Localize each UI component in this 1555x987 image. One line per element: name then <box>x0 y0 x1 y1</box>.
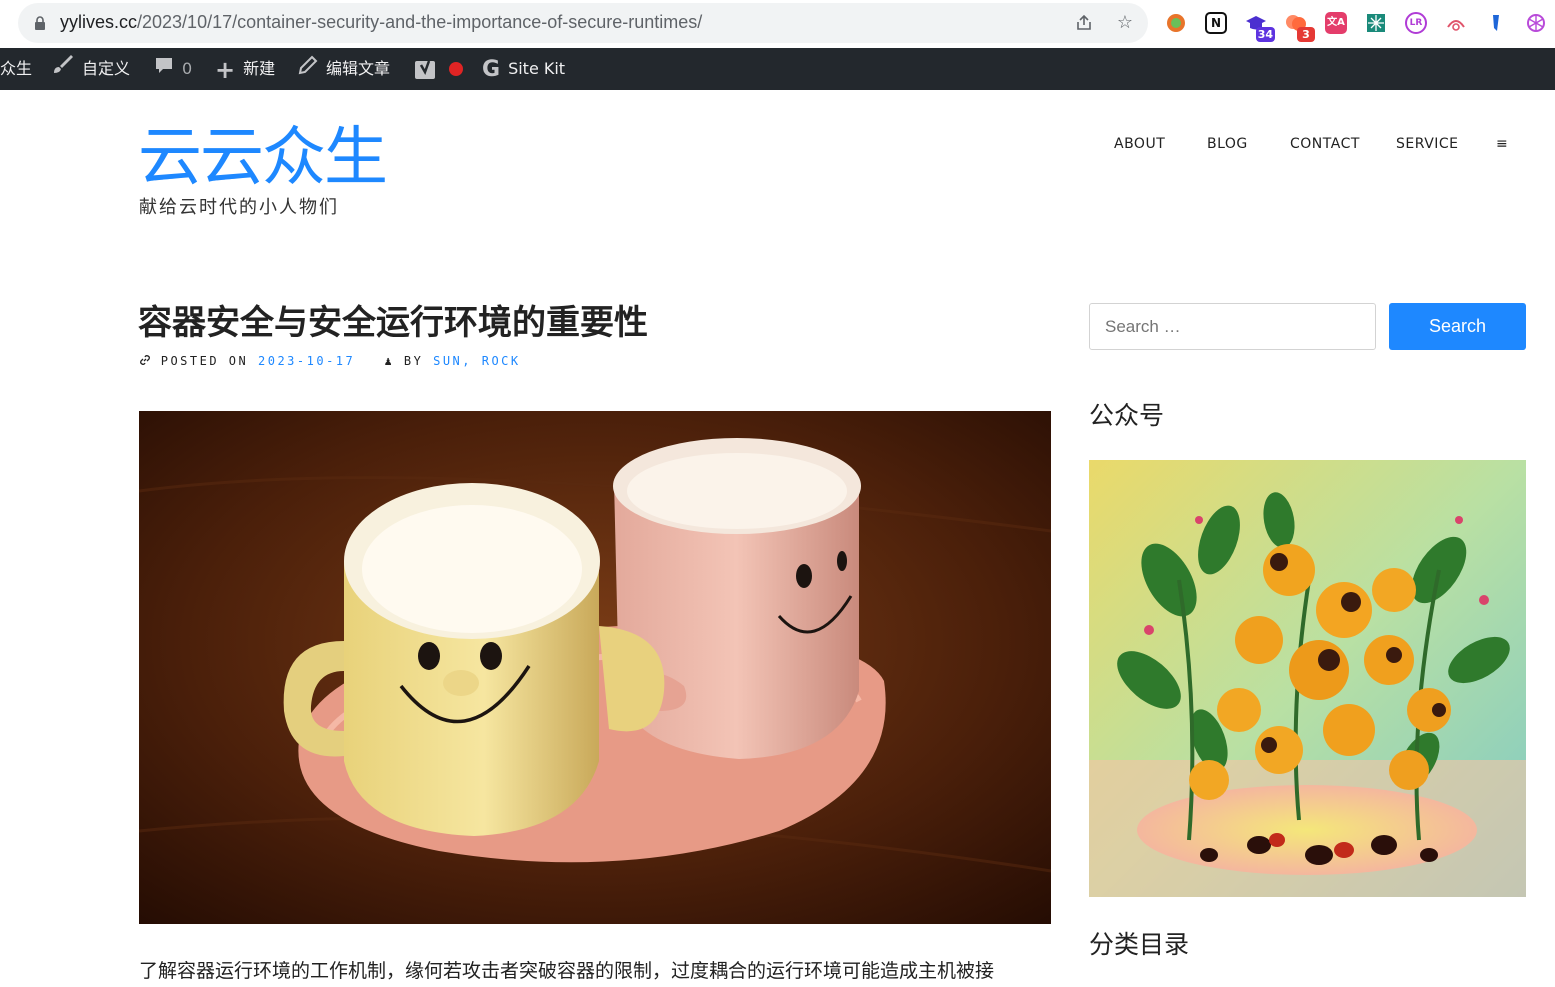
featured-image-cups <box>139 411 1051 924</box>
circle-ext-icon[interactable] <box>1165 12 1187 34</box>
bookmark-star-icon[interactable]: ☆ <box>1115 13 1135 33</box>
notion-icon[interactable]: N <box>1205 12 1227 34</box>
nav-about[interactable]: ABOUT <box>1114 136 1165 152</box>
google-g-icon: G <box>482 56 501 82</box>
by-label: BY <box>403 354 424 368</box>
wp-admin-bar: 众生 自定义 0 + 新建 编辑文章 G Site Kit <box>0 48 1555 90</box>
pencil-icon <box>298 49 318 91</box>
comment-icon <box>154 49 174 91</box>
translate-icon[interactable]: 文A <box>1325 12 1347 34</box>
admin-comments-count: 0 <box>182 59 193 78</box>
post-title: 容器安全与安全运行环境的重要性 <box>138 303 648 343</box>
lock-icon[interactable] <box>34 16 46 30</box>
yoast-seo-icon[interactable] <box>414 48 436 90</box>
url-text[interactable]: yylives.cc/2023/10/17/container-security… <box>60 12 702 33</box>
post-date-link[interactable]: 2023-10-17 <box>258 354 355 368</box>
site-title[interactable]: 云云众生 <box>138 120 388 196</box>
graduation-badge: 34 <box>1255 27 1275 42</box>
widget-title-wechat: 公众号 <box>1089 401 1165 430</box>
admin-new[interactable]: + 新建 <box>215 48 275 90</box>
puzzle-ext-icon[interactable]: 3 <box>1285 12 1315 42</box>
plus-icon: + <box>215 55 236 84</box>
admin-comments[interactable]: 0 <box>154 48 192 90</box>
share-icon[interactable] <box>1074 13 1094 33</box>
openai-icon[interactable] <box>1525 12 1547 34</box>
admin-customize-label: 自定义 <box>82 59 131 78</box>
admin-customize[interactable]: 自定义 <box>52 48 130 90</box>
post-excerpt: 了解容器运行环境的工作机制，缘何若攻击者突破容器的限制，过度耦合的运行环境可能造… <box>139 960 995 982</box>
seo-status-dot <box>449 62 463 76</box>
ublock-icon[interactable]: LR <box>1405 12 1427 34</box>
posted-on-label: POSTED ON <box>160 354 249 368</box>
address-bar[interactable]: yylives.cc/2023/10/17/container-security… <box>18 3 1148 43</box>
admin-edit-label: 编辑文章 <box>326 59 391 78</box>
admin-site-name-label: 众生 <box>0 59 33 78</box>
post-author-link[interactable]: SUN, ROCK <box>433 354 521 368</box>
url-path: /2023/10/17/container-security-and-the-i… <box>137 12 703 32</box>
wechat-ant-illustration <box>1089 460 1526 897</box>
admin-edit-post[interactable]: 编辑文章 <box>298 48 390 90</box>
admin-new-label: 新建 <box>243 59 276 78</box>
post-meta: POSTED ON 2023-10-17 ♟ BY SUN, ROCK <box>139 354 521 368</box>
browser-chrome: yylives.cc/2023/10/17/container-security… <box>0 0 1555 48</box>
puzzle-badge: 3 <box>1297 27 1315 42</box>
widget-title-categories: 分类目录 <box>1089 930 1190 959</box>
search-button[interactable]: Search <box>1389 303 1526 350</box>
admin-site-name[interactable]: 众生 <box>0 48 32 90</box>
search-input[interactable] <box>1089 303 1376 350</box>
nav-blog[interactable]: BLOG <box>1207 136 1248 152</box>
grid-ext-icon[interactable] <box>1365 12 1387 34</box>
graduation-cap-icon[interactable]: 34 <box>1245 12 1275 42</box>
admin-sitekit[interactable]: G Site Kit <box>482 48 565 90</box>
nav-service[interactable]: SERVICE <box>1396 136 1459 152</box>
nav-menu-icon[interactable]: ≡ <box>1496 136 1508 152</box>
author-icon: ♟ <box>384 354 395 368</box>
site-description: 献给云时代的小人物们 <box>139 197 339 218</box>
admin-sitekit-label: Site Kit <box>508 59 566 78</box>
link-icon <box>139 354 161 368</box>
url-host: yylives.cc <box>60 12 138 32</box>
weibo-icon[interactable] <box>1445 12 1467 34</box>
paintbrush-icon <box>52 49 74 91</box>
bookmark-ext-icon[interactable] <box>1485 12 1507 34</box>
nav-contact[interactable]: CONTACT <box>1290 136 1360 152</box>
